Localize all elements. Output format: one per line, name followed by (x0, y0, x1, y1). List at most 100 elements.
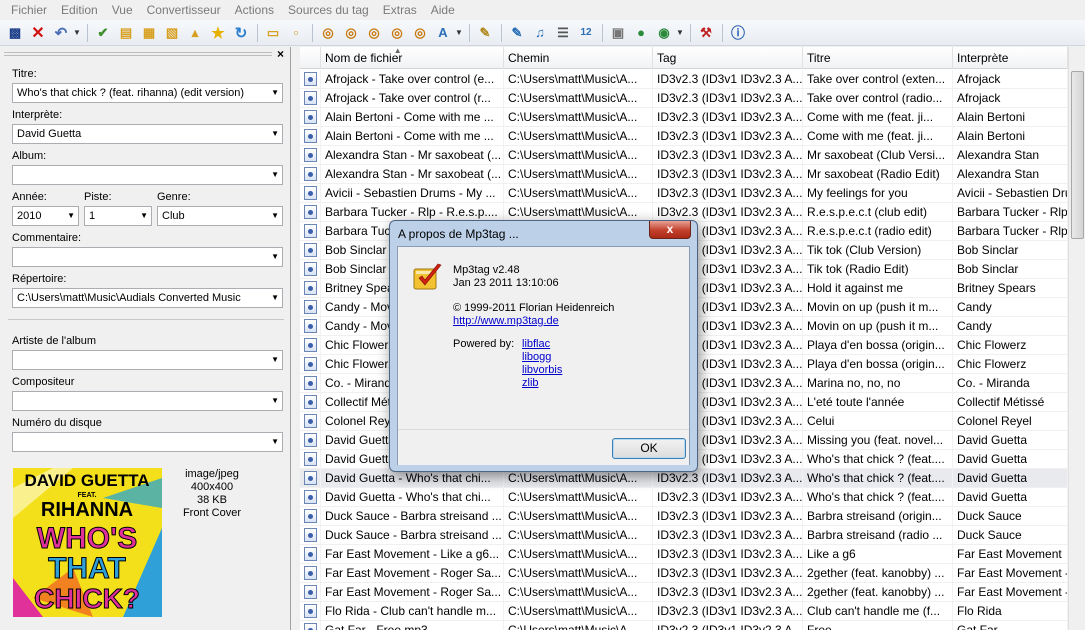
copy-tag-icon[interactable]: ▭ (262, 22, 284, 44)
ok-button[interactable]: OK (612, 438, 686, 459)
menu-item[interactable]: Edition (54, 0, 105, 20)
table-row[interactable]: Alexandra Stan - Mr saxobeat (... C:\User… (300, 165, 1068, 184)
add-files-icon[interactable]: ▦ (138, 22, 160, 44)
table-row[interactable]: Far East Movement - Like a g6... C:\Users… (300, 545, 1068, 564)
libflac-link[interactable]: libflac (522, 338, 550, 351)
freedb-icon[interactable]: ● (630, 22, 652, 44)
open-folder-icon[interactable]: ▧ (161, 22, 183, 44)
directory-value: C:\Users\matt\Music\Audials Converted Mu… (17, 292, 241, 304)
menu-item[interactable]: Convertisseur (140, 0, 228, 20)
album-artist-field[interactable]: ▼ (12, 350, 283, 370)
table-row[interactable]: Alexandra Stan - Mr saxobeat (... C:\User… (300, 146, 1068, 165)
close-button[interactable]: x (649, 221, 691, 239)
folder-up-icon[interactable]: ▴ (184, 22, 206, 44)
vertical-scrollbar[interactable] (1068, 47, 1085, 630)
chevron-down-icon[interactable]: ▼ (67, 207, 75, 225)
audio-file-icon (304, 471, 317, 485)
convert-tag-folder-icon[interactable]: ◎ (409, 22, 431, 44)
menu-item[interactable]: Actions (228, 0, 281, 20)
menu-item[interactable]: Sources du tag (281, 0, 376, 20)
file-cell (300, 89, 321, 107)
column-header-filename[interactable]: ▲ Nom de fichier (321, 47, 504, 69)
chevron-down-icon[interactable]: ▼ (271, 248, 279, 266)
artist-field[interactable]: David Guetta ▼ (12, 124, 283, 144)
scrollbar-thumb[interactable] (1071, 71, 1084, 239)
table-row[interactable]: Afrojack - Take over control (r... C:\Use… (300, 89, 1068, 108)
icon-column-header[interactable] (300, 47, 321, 69)
undo-dropdown-icon[interactable]: ▼ (73, 28, 81, 37)
table-row[interactable]: Gat Far - Free.mp3 C:\Users\matt\Music\A.… (300, 621, 1068, 630)
edit-icon[interactable]: ✎ (474, 22, 496, 44)
dialog-body: Mp3tag v2.48 Jan 23 2011 13:10:06 © 1999… (397, 246, 690, 465)
settings-icon[interactable]: ⚒ (695, 22, 717, 44)
table-row[interactable]: Alain Bertoni - Come with me ... C:\Users… (300, 108, 1068, 127)
disc-number-field[interactable]: ▼ (12, 432, 283, 452)
online-db-dropdown-icon[interactable]: ▼ (676, 28, 684, 37)
year-field[interactable]: 2010 ▼ (12, 206, 79, 226)
menu-item[interactable]: Vue (105, 0, 140, 20)
paste-tag-icon[interactable]: ▫ (285, 22, 307, 44)
online-db-icon[interactable]: ◉ (653, 22, 675, 44)
libvorbis-link[interactable]: libvorbis (522, 364, 562, 377)
favorite-icon[interactable]: ★ (207, 22, 229, 44)
chevron-down-icon[interactable]: ▼ (271, 392, 279, 410)
export-icon[interactable]: ✎ (506, 22, 528, 44)
directory-field[interactable]: C:\Users\matt\Music\Audials Converted Mu… (12, 288, 283, 308)
title-field[interactable]: Who's that chick ? (feat. rihanna) (edit… (12, 83, 283, 103)
remove-tag-icon[interactable]: ▣ (607, 22, 629, 44)
composer-field[interactable]: ▼ (12, 391, 283, 411)
chevron-down-icon[interactable]: ▼ (271, 84, 279, 102)
convert-filename-tag-icon[interactable]: ◎ (340, 22, 362, 44)
cover-art[interactable]: DAVID GUETTA FEAT. RIHANNA WHO'S THAT CH… (13, 468, 162, 617)
delete-icon[interactable]: ✕ (27, 22, 49, 44)
table-row[interactable]: David Guetta - Who's that chi...C:\Users… (300, 488, 1068, 507)
album-field[interactable]: ▼ (12, 165, 283, 185)
panel-grip[interactable] (4, 52, 272, 56)
help-icon[interactable]: ⓘ (727, 22, 749, 44)
playlist-icon[interactable]: ♫ (529, 22, 551, 44)
refresh-icon[interactable]: ✔ (92, 22, 114, 44)
menu-item[interactable]: Extras (376, 0, 424, 20)
table-row[interactable]: Duck Sauce - Barbra streisand ... C:\User… (300, 507, 1068, 526)
table-row[interactable]: Alain Bertoni - Come with me ... C:\Users… (300, 127, 1068, 146)
chevron-down-icon[interactable]: ▼ (271, 433, 279, 451)
comment-field[interactable]: ▼ (12, 247, 283, 267)
chevron-down-icon[interactable]: ▼ (271, 289, 279, 307)
menu-item[interactable]: Fichier (4, 0, 54, 20)
case-dropdown-icon[interactable]: ▼ (455, 28, 463, 37)
undo-icon[interactable]: ↶ (50, 22, 72, 44)
table-row[interactable]: Duck Sauce - Barbra streisand ... C:\User… (300, 526, 1068, 545)
panel-close-icon[interactable]: × (277, 47, 284, 61)
title-cell: L'eté toute l'année (803, 393, 953, 411)
chevron-down-icon[interactable]: ▼ (271, 166, 279, 184)
menu-item[interactable]: Aide (424, 0, 462, 20)
track-field[interactable]: 1 ▼ (84, 206, 152, 226)
tag-cell: ID3v2.3 (ID3v1 ID3v2.3 A... (653, 127, 803, 145)
convert-tag-filename-icon[interactable]: ◎ (317, 22, 339, 44)
website-link[interactable]: http://www.mp3tag.de (453, 315, 559, 328)
column-header-path[interactable]: Chemin (504, 47, 653, 69)
libogg-link[interactable]: libogg (522, 351, 551, 364)
table-row[interactable]: Far East Movement - Roger Sa... C:\Users\… (300, 583, 1068, 602)
add-folder-icon[interactable]: ▤ (115, 22, 137, 44)
number-icon[interactable]: 12 (575, 22, 597, 44)
zlib-link[interactable]: zlib (522, 377, 539, 390)
chevron-down-icon[interactable]: ▼ (271, 125, 279, 143)
column-header-tag[interactable]: Tag (653, 47, 803, 69)
case-conversion-icon[interactable]: A (432, 22, 454, 44)
convert-tag-tag-icon[interactable]: ◎ (386, 22, 408, 44)
reload-icon[interactable]: ↻ (230, 22, 252, 44)
chevron-down-icon[interactable]: ▼ (271, 207, 279, 225)
column-header-title[interactable]: Titre (803, 47, 953, 69)
list-icon[interactable]: ☰ (552, 22, 574, 44)
genre-field[interactable]: Club ▼ (157, 206, 283, 226)
table-row[interactable]: Avicii - Sebastien Drums - My ... C:\User… (300, 184, 1068, 203)
table-row[interactable]: Far East Movement - Roger Sa... C:\Users\… (300, 564, 1068, 583)
chevron-down-icon[interactable]: ▼ (140, 207, 148, 225)
table-row[interactable]: Afrojack - Take over control (e... C:\Use… (300, 70, 1068, 89)
column-header-artist[interactable]: Interprète (953, 47, 1068, 69)
save-icon[interactable]: ▩ (4, 22, 26, 44)
table-row[interactable]: Flo Rida - Club can't handle m... C:\User… (300, 602, 1068, 621)
convert-text-tag-icon[interactable]: ◎ (363, 22, 385, 44)
chevron-down-icon[interactable]: ▼ (271, 351, 279, 369)
